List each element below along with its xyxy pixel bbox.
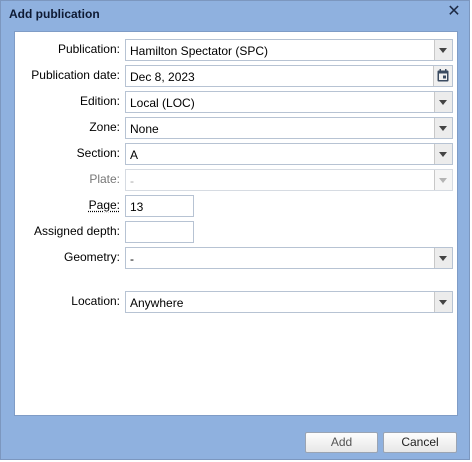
plate-label: Plate: <box>89 172 120 186</box>
location-select[interactable]: Anywhere <box>125 291 453 313</box>
publication-select[interactable]: Hamilton Spectator (SPC) <box>125 39 453 61</box>
page-row: Page: 13 <box>15 195 457 217</box>
section-value: A <box>130 148 139 162</box>
edition-label: Edition: <box>79 94 120 108</box>
zone-select[interactable]: None <box>125 117 453 139</box>
chevron-down-icon <box>439 178 447 183</box>
geometry-label: Geometry: <box>63 250 120 264</box>
plate-select: - <box>125 169 453 191</box>
assigned-depth-input[interactable] <box>125 221 194 243</box>
assigned-depth-row: Assigned depth: <box>15 221 457 243</box>
location-row: Location: Anywhere <box>15 291 457 313</box>
publication-date-label: Publication date: <box>31 68 120 82</box>
add-publication-dialog: Add publication ✕ Publication: Hamilton … <box>0 0 470 460</box>
location-value: Anywhere <box>130 296 184 310</box>
publication-row: Publication: Hamilton Spectator (SPC) <box>15 39 457 61</box>
chevron-down-icon <box>439 256 447 261</box>
location-dropdown-button[interactable] <box>434 292 452 312</box>
chevron-down-icon <box>439 48 447 53</box>
edition-row: Edition: Local (LOC) <box>15 91 457 113</box>
geometry-select[interactable]: - <box>125 247 453 269</box>
plate-dropdown-button <box>434 170 452 190</box>
plate-row: Plate: - <box>15 169 457 191</box>
geometry-value: - <box>130 252 134 266</box>
location-label: Location: <box>71 294 120 308</box>
section-select[interactable]: A <box>125 143 453 165</box>
date-picker-button[interactable] <box>433 66 452 86</box>
zone-value: None <box>130 122 159 136</box>
section-row: Section: A <box>15 143 457 165</box>
publication-date-row: Publication date: Dec 8, 2023 <box>15 65 457 87</box>
publication-date-field[interactable]: Dec 8, 2023 <box>125 65 453 87</box>
cancel-button[interactable]: Cancel <box>383 432 457 453</box>
chevron-down-icon <box>439 300 447 305</box>
add-button[interactable]: Add <box>305 432 378 453</box>
page-value: 13 <box>130 200 144 214</box>
geometry-row: Geometry: - <box>15 247 457 269</box>
publication-label: Publication: <box>57 42 120 56</box>
page-label: Page: <box>88 198 120 212</box>
publication-dropdown-button[interactable] <box>434 40 452 60</box>
page-input[interactable]: 13 <box>125 195 194 217</box>
form-panel: Publication: Hamilton Spectator (SPC) Pu… <box>14 31 458 416</box>
edition-value: Local (LOC) <box>130 96 195 110</box>
dialog-titlebar: Add publication ✕ <box>1 1 469 25</box>
publication-date-value: Dec 8, 2023 <box>130 70 195 84</box>
section-dropdown-button[interactable] <box>434 144 452 164</box>
assigned-depth-label: Assigned depth: <box>33 224 120 238</box>
dialog-title: Add publication <box>9 7 100 21</box>
zone-dropdown-button[interactable] <box>434 118 452 138</box>
chevron-down-icon <box>439 152 447 157</box>
edition-select[interactable]: Local (LOC) <box>125 91 453 113</box>
plate-value: - <box>130 174 134 188</box>
zone-label: Zone: <box>89 120 120 134</box>
section-label: Section: <box>76 146 120 160</box>
geometry-dropdown-button[interactable] <box>434 248 452 268</box>
zone-row: Zone: None <box>15 117 457 139</box>
calendar-icon <box>437 69 449 82</box>
publication-value: Hamilton Spectator (SPC) <box>130 44 269 58</box>
chevron-down-icon <box>439 100 447 105</box>
close-icon[interactable]: ✕ <box>447 4 461 20</box>
edition-dropdown-button[interactable] <box>434 92 452 112</box>
chevron-down-icon <box>439 126 447 131</box>
